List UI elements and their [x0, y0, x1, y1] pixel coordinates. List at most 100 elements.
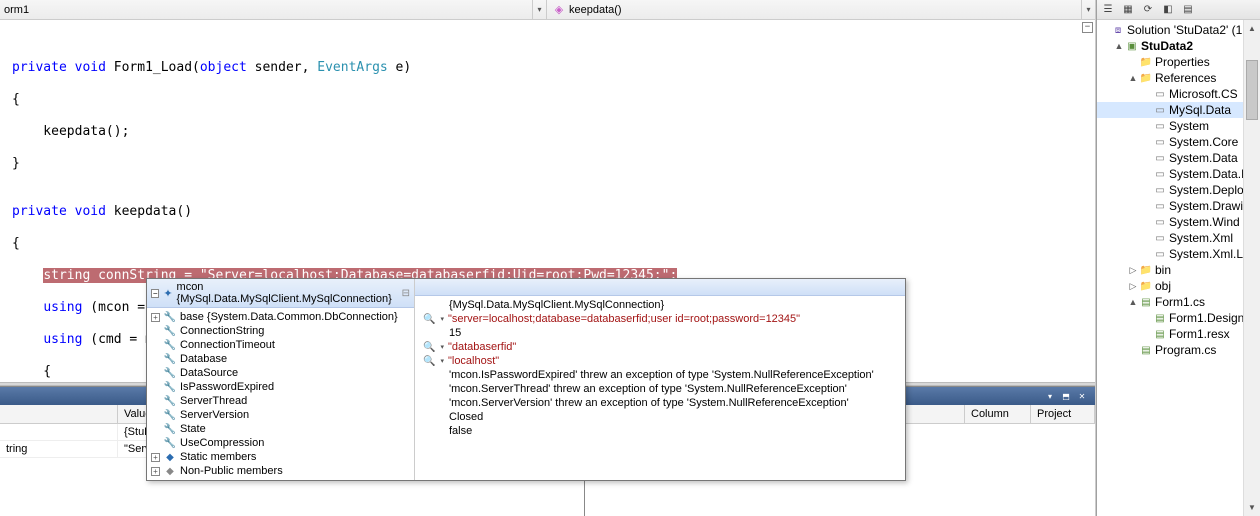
chevron-down-icon[interactable]: ▾: [532, 0, 546, 19]
debug-datatip[interactable]: − ✦ mcon {MySql.Data.MySqlClient.MySqlCo…: [146, 278, 906, 481]
expand-icon: [1141, 233, 1153, 243]
tree-item[interactable]: ▭System.Xml: [1097, 230, 1260, 246]
datatip-property[interactable]: +◆Non-Public members: [147, 464, 414, 478]
folder-icon: 📁: [1139, 55, 1153, 69]
chevron-down-icon[interactable]: ▾: [440, 315, 444, 323]
expand-icon: [1141, 169, 1153, 179]
tree-item[interactable]: ▲▤Form1.cs: [1097, 294, 1260, 310]
member-dropdown[interactable]: ◈ keepdata() ▾: [547, 0, 1095, 19]
tree-item[interactable]: ▭System.Data: [1097, 150, 1260, 166]
dropdown-icon[interactable]: ▾: [1043, 390, 1057, 402]
refresh-icon[interactable]: ⟳: [1139, 2, 1157, 18]
tree-item[interactable]: ▭System.Data.I: [1097, 166, 1260, 182]
view-icon[interactable]: ◧: [1159, 2, 1177, 18]
col-name[interactable]: [0, 405, 118, 423]
tree-item[interactable]: ▭Microsoft.CS: [1097, 86, 1260, 102]
datatip-property[interactable]: 🔧IsPasswordExpired: [147, 380, 414, 394]
datatip-property[interactable]: 🔧DataSource: [147, 366, 414, 380]
watch-name: tring: [0, 441, 118, 457]
tree-item[interactable]: ▭System.Deplo: [1097, 182, 1260, 198]
datatip-property[interactable]: +🔧base {System.Data.Common.DbConnection}: [147, 310, 414, 324]
reference-icon: ▭: [1153, 199, 1167, 213]
tree-item[interactable]: ▭System.Drawi: [1097, 198, 1260, 214]
node-label: Microsoft.CS: [1169, 87, 1238, 101]
property-icon: 🔧: [164, 437, 176, 449]
vertical-scrollbar[interactable]: ▲ ▼: [1243, 20, 1260, 516]
collapse-icon[interactable]: −: [1082, 22, 1093, 33]
node-label: System.Wind: [1169, 215, 1240, 229]
csfile-icon: ▤: [1139, 295, 1153, 309]
node-label: StuData2: [1141, 39, 1193, 53]
expand-icon[interactable]: +: [151, 453, 160, 462]
magnifier-icon[interactable]: 🔍: [423, 314, 435, 325]
solution-node[interactable]: ⧈ Solution 'StuData2' (1 pr: [1097, 22, 1260, 38]
datatip-title: mcon {MySql.Data.MySqlClient.MySqlConnec…: [177, 281, 398, 305]
solution-tree[interactable]: ⧈ Solution 'StuData2' (1 pr ▲ ▣ StuData2…: [1097, 20, 1260, 516]
expand-icon[interactable]: +: [151, 467, 160, 476]
showall-icon[interactable]: ▦: [1119, 2, 1137, 18]
node-label: MySql.Data: [1169, 103, 1231, 117]
solution-toolbar: ☰ ▦ ⟳ ◧ ▤: [1097, 0, 1260, 20]
scroll-down-icon[interactable]: ▼: [1244, 499, 1260, 516]
pin-icon[interactable]: ⬒: [1059, 390, 1073, 402]
collapse-icon[interactable]: −: [151, 289, 159, 298]
expand-icon[interactable]: ▲: [1127, 73, 1139, 83]
tree-item[interactable]: ▤Form1.Design: [1097, 310, 1260, 326]
close-icon[interactable]: ✕: [1075, 390, 1089, 402]
tree-item[interactable]: ▭MySql.Data: [1097, 102, 1260, 118]
project-icon: ▣: [1125, 39, 1139, 53]
scroll-up-icon[interactable]: ▲: [1244, 20, 1260, 37]
tree-item[interactable]: ▭System.Wind: [1097, 214, 1260, 230]
expand-icon[interactable]: ▷: [1127, 281, 1139, 292]
expand-icon[interactable]: [1099, 25, 1111, 35]
magnifier-icon[interactable]: 🔍: [423, 342, 435, 353]
scroll-thumb[interactable]: [1246, 60, 1258, 120]
variable-icon: ✦: [163, 287, 172, 300]
datatip-property[interactable]: 🔧UseCompression: [147, 436, 414, 450]
datatip-header[interactable]: − ✦ mcon {MySql.Data.MySqlClient.MySqlCo…: [147, 279, 414, 308]
property-label: Non-Public members: [180, 465, 283, 477]
pin-icon[interactable]: ⊟: [402, 288, 410, 299]
col-column[interactable]: Column: [965, 405, 1031, 423]
reference-icon: ▭: [1153, 151, 1167, 165]
tree-item[interactable]: ▷📁bin: [1097, 262, 1260, 278]
type-dropdown[interactable]: orm1 ▾: [0, 0, 547, 19]
watch-name: [0, 424, 118, 440]
property-label: Database: [180, 353, 227, 365]
tree-item[interactable]: ▤Program.cs: [1097, 342, 1260, 358]
tree-item[interactable]: ▭System.Xml.L: [1097, 246, 1260, 262]
reference-icon: ▭: [1153, 135, 1167, 149]
chevron-down-icon[interactable]: ▾: [1081, 0, 1095, 19]
datatip-property[interactable]: 🔧ConnectionTimeout: [147, 338, 414, 352]
collapse-icon[interactable]: ▤: [1179, 2, 1197, 18]
solution-icon: ⧈: [1111, 23, 1125, 37]
tree-item[interactable]: ▤Form1.resx: [1097, 326, 1260, 342]
col-project[interactable]: Project: [1031, 405, 1095, 423]
datatip-property[interactable]: 🔧State: [147, 422, 414, 436]
properties-icon[interactable]: ☰: [1099, 2, 1117, 18]
magnifier-icon[interactable]: 🔍: [423, 356, 435, 367]
value-text: {MySql.Data.MySqlClient.MySqlConnection}: [449, 299, 664, 311]
project-node[interactable]: ▲ ▣ StuData2: [1097, 38, 1260, 54]
expand-icon[interactable]: ▲: [1127, 297, 1139, 307]
solution-explorer: ☰ ▦ ⟳ ◧ ▤ ⧈ Solution 'StuData2' (1 pr ▲ …: [1096, 0, 1260, 516]
expand-icon[interactable]: ▲: [1113, 41, 1125, 51]
tree-item[interactable]: ▭System: [1097, 118, 1260, 134]
expand-icon: [1141, 153, 1153, 163]
tree-item[interactable]: ▭System.Core: [1097, 134, 1260, 150]
expand-icon[interactable]: ▷: [1127, 265, 1139, 276]
property-icon: 🔧: [164, 325, 176, 337]
datatip-property[interactable]: +◆Static members: [147, 450, 414, 464]
type-dropdown-text: orm1: [4, 4, 29, 16]
chevron-down-icon[interactable]: ▾: [440, 357, 444, 365]
tree-item[interactable]: ▷📁obj: [1097, 278, 1260, 294]
tree-item[interactable]: ▲📁References: [1097, 70, 1260, 86]
expand-icon[interactable]: +: [151, 313, 160, 322]
chevron-down-icon[interactable]: ▾: [440, 343, 444, 351]
expand-icon: [1127, 57, 1139, 67]
datatip-property[interactable]: 🔧Database: [147, 352, 414, 366]
tree-item[interactable]: 📁Properties: [1097, 54, 1260, 70]
datatip-property[interactable]: 🔧ServerThread: [147, 394, 414, 408]
datatip-property[interactable]: 🔧ConnectionString: [147, 324, 414, 338]
datatip-property[interactable]: 🔧ServerVersion: [147, 408, 414, 422]
